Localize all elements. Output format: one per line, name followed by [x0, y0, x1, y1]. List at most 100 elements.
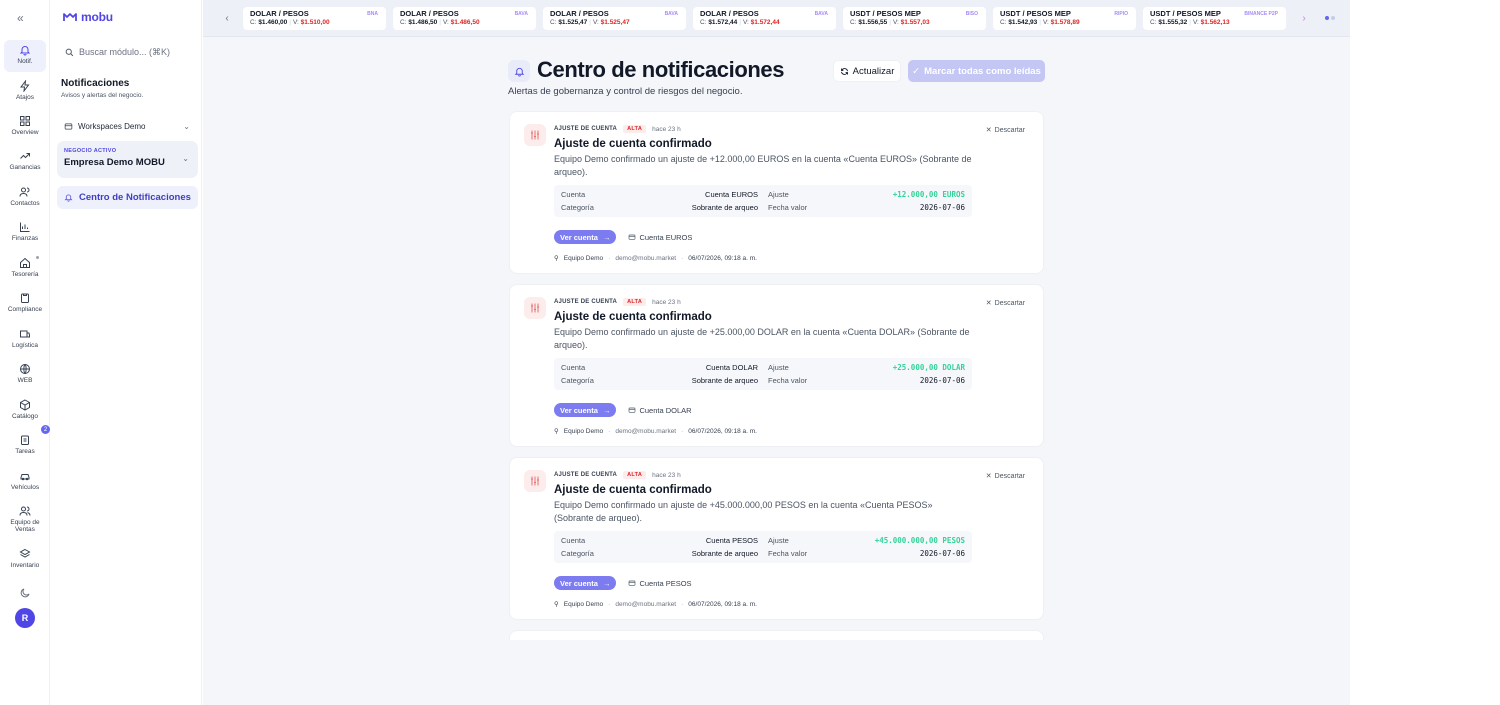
ticker-quote[interactable]: USDT / PESOS MEP BINANCE P2P C: $1.555,32 |…: [1143, 7, 1286, 30]
view-account-button[interactable]: Ver cuenta →: [554, 576, 617, 590]
rail-item-finance[interactable]: Finanzas: [4, 217, 46, 249]
view-account-label: Ver cuenta: [560, 405, 598, 415]
rail-label: WEB: [17, 377, 33, 384]
rail-item-earnings[interactable]: Ganancias: [4, 146, 46, 178]
view-account-button[interactable]: Ver cuenta →: [554, 403, 617, 417]
quote-values: C: $1.572,44 | V: $1.572,44: [700, 19, 829, 26]
detail-key: Fecha valor: [768, 376, 808, 385]
account-chip[interactable]: Cuenta DOLAR: [628, 405, 692, 415]
notification-body: Equipo Demo confirmado un ajuste de +12.…: [554, 154, 972, 177]
notification-card-partial: [509, 630, 1044, 640]
close-icon: ✕: [985, 473, 992, 480]
rail-item-treasury[interactable]: Tesorería: [4, 253, 46, 285]
rail-item-sales-team[interactable]: Equipo de Ventas: [4, 501, 46, 539]
separator: ·: [681, 254, 684, 262]
buy-price: $1.556,55: [858, 19, 888, 26]
module-search-input[interactable]: Buscar módulo... (⌘K): [59, 42, 195, 62]
rail-label: Overview: [11, 129, 39, 136]
detail-date: 2026-07-06: [919, 376, 965, 385]
workspace-selector[interactable]: Workspaces Demo ⌄: [57, 116, 197, 136]
rail-item-logistics[interactable]: Logística: [4, 324, 46, 356]
notification-footer: ⚲ Equipo Demo · demo@mobu.market · 06/07/2026…: [554, 427, 757, 436]
users-icon: [19, 187, 30, 197]
ticker-dot-active[interactable]: [1325, 16, 1329, 20]
divider: |: [739, 19, 741, 26]
wallet-icon: [629, 234, 636, 240]
rail-item-notifications[interactable]: Notif.: [4, 40, 46, 72]
rail-item-vehicles[interactable]: Vehículos: [4, 466, 46, 498]
account-chip[interactable]: Cuenta EUROS: [628, 233, 692, 242]
ticker-quote[interactable]: DOLAR / PESOS BNA C: $1.460,00 | V: $1.510,0…: [243, 7, 386, 30]
rail-item-compliance[interactable]: Compliance: [4, 288, 46, 320]
detail-key: Fecha valor: [768, 549, 808, 558]
buy-price: $1.486,50: [408, 19, 438, 26]
sell-price: $1.557,03: [900, 19, 930, 26]
rail-item-tasks[interactable]: Tareas: [4, 430, 46, 462]
close-icon: ✕: [985, 300, 992, 307]
team-icon: [19, 506, 31, 516]
rail-label: Tareas: [15, 448, 35, 455]
rail-item-web[interactable]: WEB: [4, 359, 46, 391]
account-chip[interactable]: Cuenta PESOS: [628, 579, 692, 588]
detail-key: Fecha valor: [768, 203, 808, 212]
quote-pair: USDT / PESOS MEP: [1000, 9, 1071, 18]
avatar[interactable]: R: [15, 608, 35, 628]
moon-icon[interactable]: [19, 587, 31, 599]
rail-item-catalog[interactable]: Catálogo: [4, 395, 46, 427]
globe-icon: [20, 364, 30, 374]
icon-rail: « Notif. Atajos Overview Ganancias Conta…: [0, 0, 50, 705]
refresh-button[interactable]: Actualizar: [833, 60, 901, 82]
quote-values: C: $1.556,55 | V: $1.557,03: [850, 19, 979, 26]
collapse-rail-icon[interactable]: «: [17, 11, 24, 25]
dismiss-button[interactable]: ✕ Descartar: [986, 126, 1025, 135]
ticker-dot[interactable]: [1331, 16, 1335, 20]
notification-body: Equipo Demo confirmado un ajuste de +25.…: [554, 327, 970, 350]
detail-key: Cuenta: [561, 363, 586, 372]
nav-item-notification-center[interactable]: Centro de Notificaciones: [57, 186, 198, 209]
ticker-next-icon[interactable]: ›: [1297, 11, 1311, 25]
logo[interactable]: mobu: [63, 10, 113, 24]
dismiss-button[interactable]: ✕ Descartar: [985, 472, 1025, 481]
sell-label: V:: [1192, 19, 1199, 26]
user-icon: ⚲: [554, 255, 559, 262]
detail-row: Categoría Sobrante de arqueo Fecha valor 20…: [561, 549, 965, 562]
sell-label: V:: [892, 19, 899, 26]
detail-key: Ajuste: [768, 190, 789, 199]
rail-item-shortcuts[interactable]: Atajos: [4, 76, 46, 108]
separator: ·: [608, 254, 611, 262]
notification-kind: AJUSTE DE CUENTA: [554, 126, 618, 132]
sell-label: V:: [292, 19, 299, 26]
dismiss-button[interactable]: ✕ Descartar: [985, 299, 1025, 308]
rail-item-inventory[interactable]: Inventario: [4, 544, 46, 576]
ticker-quote[interactable]: DOLAR / PESOS BAVA C: $1.572,44 | V: $1.572,…: [693, 7, 836, 30]
view-account-label: Ver cuenta: [560, 578, 598, 588]
ticker-quote[interactable]: USDT / PESOS MEP BISO C: $1.556,55 | V: $1.5…: [843, 7, 986, 30]
quote-source: RIPIO: [1114, 11, 1128, 17]
active-business-selector[interactable]: NEGOCIO ACTIVO Empresa Demo MOBU ⌄: [57, 141, 198, 178]
rail-item-contacts[interactable]: Contactos: [4, 182, 46, 214]
detail-date: 2026-07-06: [919, 203, 965, 212]
buy-price: $1.460,00: [258, 19, 288, 26]
mark-all-label: Marcar todas como leídas: [924, 65, 1041, 77]
divider: |: [289, 19, 291, 26]
rail-item-overview[interactable]: Overview: [4, 111, 46, 143]
priority-badge: ALTA: [623, 298, 647, 306]
detail-key: Ajuste: [768, 363, 789, 372]
ticker-prev-icon[interactable]: ‹: [220, 11, 234, 25]
priority-badge: ALTA: [623, 471, 647, 479]
account-chip-label: Cuenta DOLAR: [639, 405, 692, 415]
quote-values: C: $1.542,93 | V: $1.578,89: [1000, 19, 1129, 26]
quote-pair: DOLAR / PESOS: [250, 9, 309, 18]
timestamp: 06/07/2026, 09:18 a. m.: [688, 254, 757, 262]
ticker-quote[interactable]: DOLAR / PESOS BAVA C: $1.486,50 | V: $1.486,…: [393, 7, 536, 30]
ticker-quote[interactable]: DOLAR / PESOS BAVA C: $1.525,47 | V: $1.525,…: [543, 7, 686, 30]
exchange-ticker: ‹ DOLAR / PESOS BNA C: $1.460,00 | V: $1.510…: [203, 0, 1350, 37]
detail-key: Ajuste: [768, 536, 789, 545]
notification-details: Cuenta Cuenta DOLAR Ajuste +25.000,00 DOLAR…: [554, 358, 972, 390]
rail-label: Ganancias: [9, 164, 41, 171]
view-account-button[interactable]: Ver cuenta →: [554, 230, 617, 244]
mark-all-read-button[interactable]: ✓ Marcar todas como leídas: [908, 60, 1045, 82]
logo-icon: [63, 13, 77, 21]
ticker-quote[interactable]: USDT / PESOS MEP RIPIO C: $1.542,93 | V: $1.…: [993, 7, 1136, 30]
right-margin: [1350, 0, 1500, 705]
